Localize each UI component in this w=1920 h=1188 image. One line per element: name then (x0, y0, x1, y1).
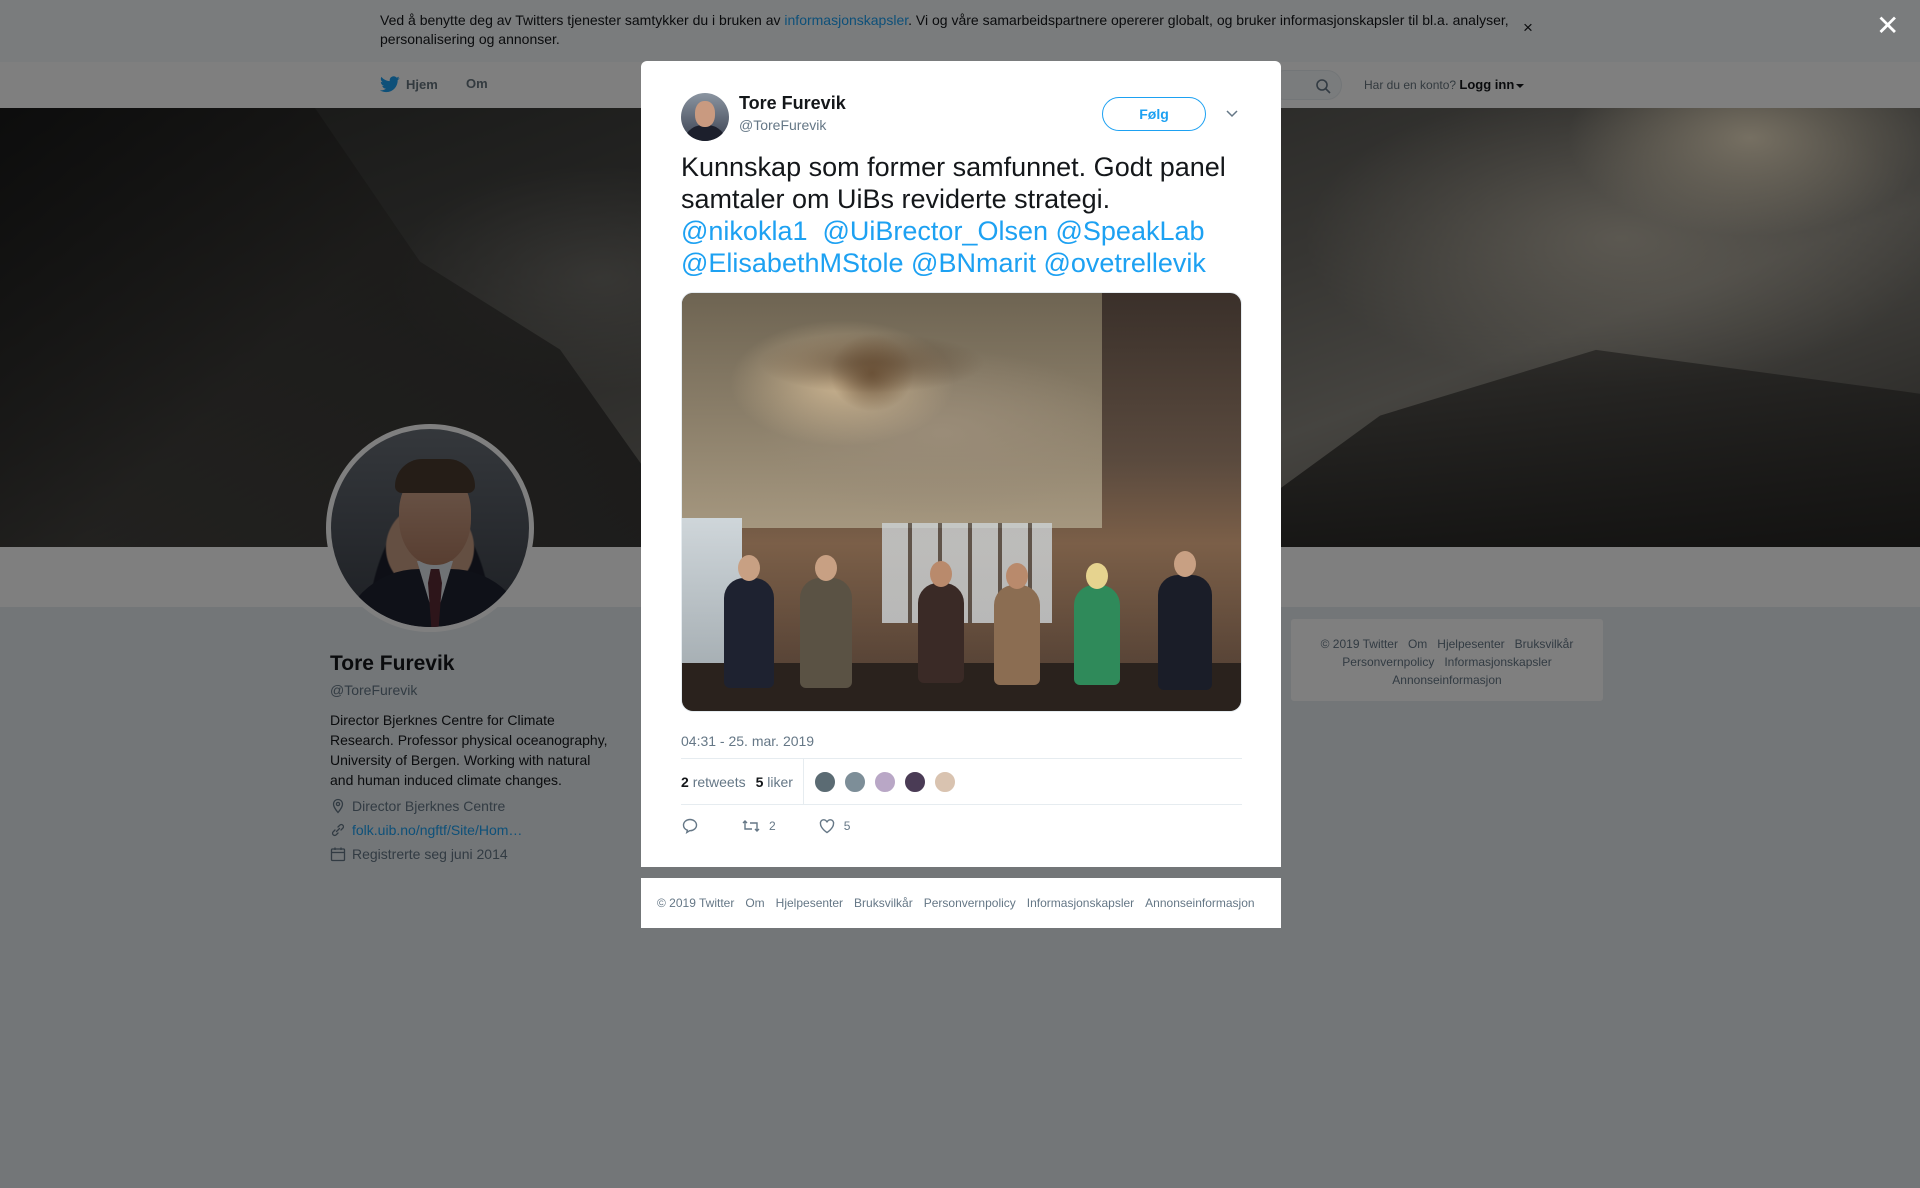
mention-link[interactable]: @nikokla1 (681, 216, 807, 246)
likers-avatars (813, 770, 964, 793)
tweet-author-avatar[interactable] (681, 93, 729, 141)
photo-panelist (918, 583, 964, 683)
modal-footer-cookies-link[interactable]: Informasjonskapsler (1027, 896, 1134, 910)
like-count-stat[interactable]: 5 liker (756, 774, 793, 790)
stats-divider (802, 758, 804, 805)
tweet-avatar-face (695, 101, 715, 127)
tweet-text: Kunnskap som former samfunnet. Godt pane… (681, 151, 1251, 279)
liker-avatar[interactable] (813, 770, 836, 793)
retweet-icon (742, 820, 760, 832)
reply-icon (682, 818, 698, 835)
tweet-author-handle[interactable]: @ToreFurevik (739, 117, 826, 133)
photo-panelist (1158, 575, 1212, 690)
reply-button[interactable] (681, 817, 699, 835)
modal-footer: © 2019 Twitter Om Hjelpesenter Bruksvilk… (641, 878, 1281, 928)
retweet-action-count: 2 (769, 819, 776, 833)
retweet-label: retweets (692, 773, 746, 790)
close-icon[interactable]: ✕ (1876, 12, 1899, 40)
liker-avatar[interactable] (873, 770, 896, 793)
like-label: liker (767, 773, 793, 790)
modal-footer-ads-info-link[interactable]: Annonseinformasjon (1145, 896, 1254, 910)
like-count: 5 (755, 773, 764, 790)
modal-footer-help-link[interactable]: Hjelpesenter (776, 896, 843, 910)
tweet-timestamp[interactable]: 04:31 - 25. mar. 2019 (681, 733, 814, 749)
tweet-body: Kunnskap som former samfunnet. Godt pane… (681, 152, 1226, 214)
chevron-down-icon[interactable] (1224, 105, 1240, 121)
modal-footer-about-link[interactable]: Om (745, 896, 764, 910)
follow-button[interactable]: Følg (1102, 97, 1206, 131)
photo-panelist (1074, 585, 1120, 685)
photo-panelist (800, 578, 852, 688)
tweet-author-name[interactable]: Tore Furevik (739, 93, 846, 114)
photo-panelist-head (1086, 563, 1108, 589)
tweet-modal: Tore Furevik @ToreFurevik Følg Kunnskap … (641, 61, 1281, 867)
photo-owl (722, 303, 1022, 453)
photo-panelist-head (1174, 551, 1196, 577)
heart-icon (819, 819, 834, 834)
retweet-count: 2 (681, 773, 689, 790)
tweet-avatar-suit (683, 125, 727, 141)
photo-panelist-head (1006, 563, 1028, 589)
retweet-count-stat[interactable]: 2 retweets (681, 774, 746, 790)
liker-avatar[interactable] (933, 770, 956, 793)
photo-panelist-head (930, 561, 952, 587)
modal-footer-privacy-link[interactable]: Personvernpolicy (924, 896, 1016, 910)
photo-panelist (994, 585, 1040, 685)
liker-avatar[interactable] (843, 770, 866, 793)
mention-link[interactable]: @BNmarit (911, 248, 1036, 278)
retweet-button[interactable]: 2 (741, 817, 776, 835)
photo-panelist-head (815, 555, 837, 581)
like-action-count: 5 (843, 819, 851, 833)
photo-panelist (724, 578, 774, 688)
photo-panelist-head (738, 555, 760, 581)
mention-link[interactable]: @ovetrellevik (1043, 248, 1205, 278)
mention-link[interactable]: @ElisabethMStole (681, 248, 904, 278)
tweet-stats: 2 retweets 5 liker (681, 758, 1242, 805)
liker-avatar[interactable] (903, 770, 926, 793)
mention-link[interactable]: @SpeakLab (1056, 216, 1205, 246)
like-button[interactable]: 5 (818, 817, 851, 835)
modal-footer-terms-link[interactable]: Bruksvilkår (854, 896, 913, 910)
mention-link[interactable]: @UiBrector_Olsen (823, 216, 1048, 246)
tweet-actions: 2 5 (681, 817, 892, 835)
modal-footer-copyright: © 2019 Twitter (657, 896, 735, 910)
tweet-photo[interactable] (681, 292, 1242, 712)
